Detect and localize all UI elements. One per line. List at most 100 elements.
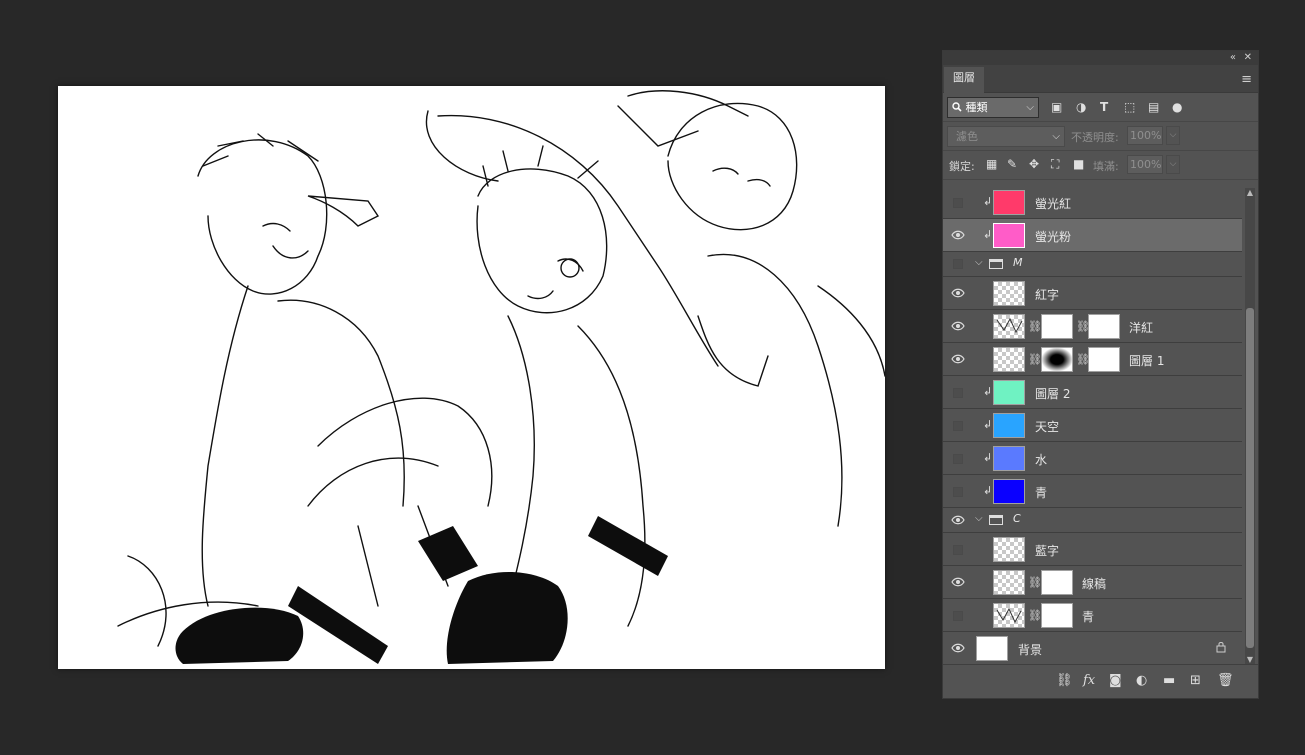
group-name: M bbox=[1013, 256, 1023, 269]
eye-icon[interactable] bbox=[951, 288, 965, 298]
layer-row[interactable]: 藍字 bbox=[943, 533, 1242, 566]
link-icon[interactable]: ⛓ bbox=[1028, 576, 1042, 589]
layers-bottom-bar: ⛓ fx ◙ ◐ ▬ ⊞ 🗑 bbox=[943, 664, 1258, 698]
filter-kind-value: 種類 bbox=[965, 101, 988, 114]
layer-row[interactable]: ↲ 青 bbox=[943, 475, 1242, 508]
lock-position-icon[interactable]: ✥ bbox=[1029, 157, 1039, 171]
mask-thumbnail[interactable] bbox=[1041, 314, 1073, 339]
eye-icon[interactable] bbox=[951, 643, 965, 653]
eye-icon[interactable] bbox=[951, 321, 965, 331]
layer-row[interactable]: ↲ 螢光粉 bbox=[943, 219, 1242, 252]
layers-list: ↲ 螢光紅 ↲ 螢光粉 ⌵ M 紅字 ⛓ ⛓ 洋紅 ⛓ ⛓ 圖層 1 ↲ 圖層 … bbox=[943, 186, 1242, 666]
link-icon[interactable]: ⛓ bbox=[1028, 609, 1042, 622]
visibility-toggle[interactable] bbox=[953, 388, 963, 398]
link-icon[interactable]: ⛓ bbox=[1028, 353, 1042, 366]
layer-name: 圖層 1 bbox=[1129, 354, 1165, 368]
collapse-panel-icon[interactable]: « bbox=[1230, 51, 1236, 65]
lock-transparent-icon[interactable]: ▦ bbox=[986, 157, 997, 171]
lock-image-icon[interactable]: ✎ bbox=[1007, 157, 1017, 171]
clipping-arrow-icon: ↲ bbox=[983, 484, 993, 497]
opacity-input[interactable]: 100% bbox=[1127, 126, 1163, 145]
scroll-up-icon[interactable]: ▲ bbox=[1245, 188, 1255, 197]
lock-artboard-icon[interactable]: ⛶ bbox=[1051, 157, 1059, 171]
blend-mode-select[interactable]: 濾色 ⌵ bbox=[947, 126, 1065, 147]
blend-mode-value: 濾色 bbox=[956, 130, 978, 143]
group-row[interactable]: ⌵ M bbox=[943, 252, 1242, 277]
layer-row[interactable]: ↲ 天空 bbox=[943, 409, 1242, 442]
lock-all-icon[interactable]: ■ bbox=[1073, 157, 1084, 171]
scroll-thumb[interactable] bbox=[1246, 308, 1254, 648]
mask-thumbnail[interactable] bbox=[1088, 314, 1120, 339]
chevron-down-icon[interactable]: ⌵ bbox=[975, 513, 983, 524]
adjustment-icon[interactable]: ◐ bbox=[1136, 674, 1147, 688]
opacity-label: 不透明度: bbox=[1071, 131, 1119, 144]
scroll-down-icon[interactable]: ▼ bbox=[1245, 655, 1255, 664]
mask-thumbnail[interactable] bbox=[1088, 347, 1120, 372]
layer-name: 圖層 2 bbox=[1035, 387, 1071, 401]
eye-icon[interactable] bbox=[951, 230, 965, 240]
link-layers-icon[interactable]: ⛓ bbox=[1056, 674, 1073, 688]
layer-thumbnail bbox=[993, 570, 1025, 595]
panel-menu-icon[interactable]: ≡ bbox=[1241, 72, 1252, 87]
group-name: C bbox=[1013, 512, 1021, 525]
layer-row[interactable]: ⛓ ⛓ 圖層 1 bbox=[943, 343, 1242, 376]
filter-kind-select[interactable]: 種類 ⌵ bbox=[947, 97, 1039, 118]
shape-filter-icon[interactable]: ⬚ bbox=[1124, 100, 1135, 114]
layer-thumbnail bbox=[993, 603, 1025, 628]
layer-name: 線稿 bbox=[1082, 577, 1107, 591]
visibility-toggle[interactable] bbox=[953, 259, 963, 269]
fill-slider-toggle[interactable]: ⌵ bbox=[1166, 155, 1180, 174]
chevron-down-icon: ⌵ bbox=[1026, 102, 1034, 113]
mask-thumbnail[interactable] bbox=[1041, 603, 1073, 628]
folder-icon[interactable]: ▬ bbox=[1163, 674, 1175, 688]
layer-name: 天空 bbox=[1035, 420, 1060, 434]
lock-row: 鎖定: ▦ ✎ ✥ ⛶ ■ 填滿: 100% ⌵ bbox=[943, 151, 1258, 180]
eye-icon[interactable] bbox=[951, 354, 965, 364]
adjustment-filter-icon[interactable]: ◑ bbox=[1076, 100, 1086, 114]
layer-thumbnail bbox=[993, 190, 1025, 215]
visibility-toggle[interactable] bbox=[953, 198, 963, 208]
visibility-toggle[interactable] bbox=[953, 611, 963, 621]
layer-row[interactable]: ⛓ 青 bbox=[943, 599, 1242, 632]
link-icon[interactable]: ⛓ bbox=[1028, 320, 1042, 333]
eye-icon[interactable] bbox=[951, 515, 965, 525]
mask-thumbnail[interactable] bbox=[1041, 347, 1073, 372]
layer-row[interactable]: ↲ 圖層 2 bbox=[943, 376, 1242, 409]
chevron-down-icon[interactable]: ⌵ bbox=[975, 257, 983, 268]
layer-row[interactable]: 紅字 bbox=[943, 277, 1242, 310]
mask-icon[interactable]: ◙ bbox=[1109, 674, 1122, 688]
fill-input[interactable]: 100% bbox=[1127, 155, 1163, 174]
smart-object-filter-icon[interactable]: ▤ bbox=[1148, 100, 1159, 114]
opacity-slider-toggle[interactable]: ⌵ bbox=[1166, 126, 1180, 145]
new-layer-icon[interactable]: ⊞ bbox=[1190, 674, 1201, 688]
eye-icon[interactable] bbox=[951, 577, 965, 587]
type-filter-icon[interactable]: T bbox=[1100, 100, 1108, 114]
layer-row[interactable]: ⛓ ⛓ 洋紅 bbox=[943, 310, 1242, 343]
trash-icon[interactable]: 🗑 bbox=[1217, 674, 1234, 688]
visibility-toggle[interactable] bbox=[953, 421, 963, 431]
visibility-toggle[interactable] bbox=[953, 487, 963, 497]
visibility-toggle[interactable] bbox=[953, 454, 963, 464]
group-row[interactable]: ⌵ C bbox=[943, 508, 1242, 533]
tab-layers[interactable]: 圖層 bbox=[944, 67, 984, 93]
close-panel-icon[interactable]: ✕ bbox=[1244, 51, 1252, 65]
pixel-filter-icon[interactable]: ▣ bbox=[1051, 100, 1062, 114]
clipping-arrow-icon: ↲ bbox=[983, 195, 993, 208]
layer-name: 紅字 bbox=[1035, 288, 1060, 302]
layer-row[interactable]: 背景 bbox=[943, 632, 1242, 665]
filter-toggle-icon[interactable]: ● bbox=[1172, 100, 1182, 114]
mask-thumbnail[interactable] bbox=[1041, 570, 1073, 595]
document-canvas[interactable] bbox=[58, 86, 885, 669]
magnifier-icon bbox=[952, 102, 962, 112]
lock-icon bbox=[1216, 641, 1226, 656]
fill-label: 填滿: bbox=[1093, 160, 1119, 173]
layers-scrollbar[interactable]: ▲ ▼ bbox=[1245, 188, 1255, 664]
fx-icon[interactable]: fx bbox=[1083, 674, 1095, 688]
layer-row[interactable]: ⛓ 線稿 bbox=[943, 566, 1242, 599]
layer-row[interactable]: ↲ 水 bbox=[943, 442, 1242, 475]
layer-thumbnail bbox=[993, 223, 1025, 248]
layer-name: 藍字 bbox=[1035, 544, 1060, 558]
visibility-toggle[interactable] bbox=[953, 545, 963, 555]
blend-row: 濾色 ⌵ 不透明度: 100% ⌵ bbox=[943, 122, 1258, 151]
layer-row[interactable]: ↲ 螢光紅 bbox=[943, 186, 1242, 219]
